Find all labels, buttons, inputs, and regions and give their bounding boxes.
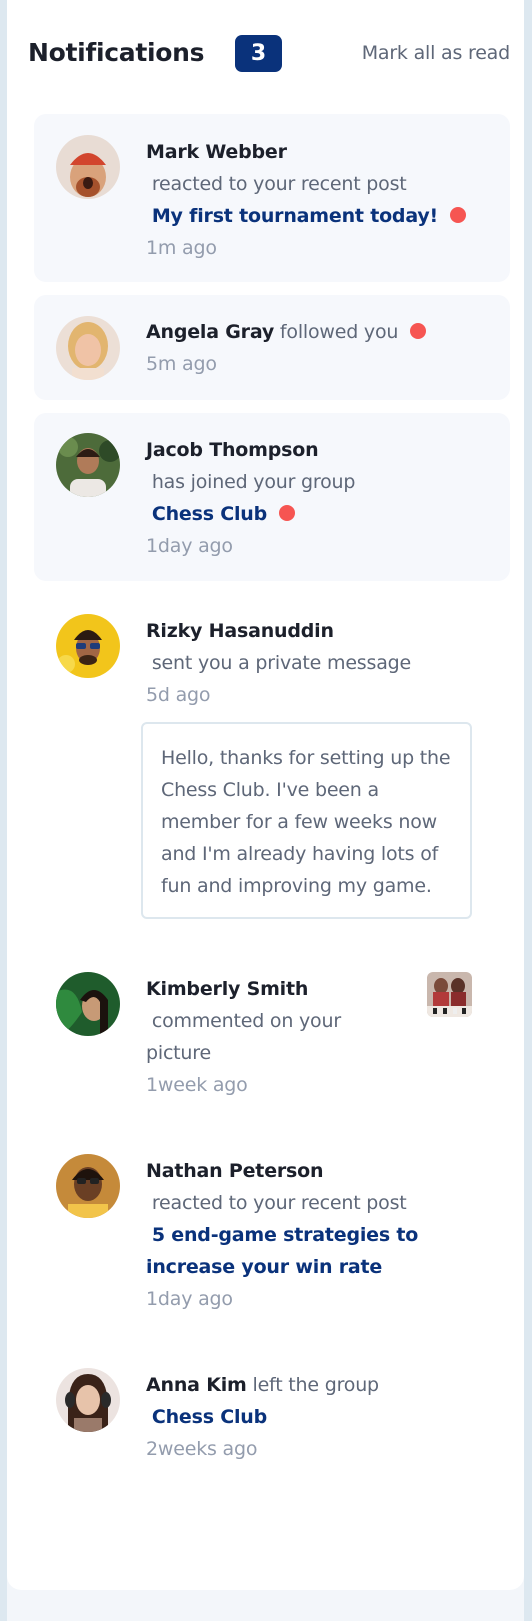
- timestamp: 1day ago: [146, 535, 233, 557]
- avatar[interactable]: [56, 1368, 120, 1432]
- page-edge-left: [0, 0, 7, 1621]
- post-link-continued[interactable]: increase your win rate: [146, 1256, 382, 1278]
- notification-text: Angela Gray followed you 5m ago: [146, 316, 474, 380]
- timestamp: 1week ago: [146, 1074, 248, 1096]
- timestamp: 1m ago: [146, 237, 217, 259]
- action-text: followed you: [279, 321, 399, 343]
- notification-text: Rizky Hasanuddin sent you a private mess…: [146, 615, 474, 711]
- timestamp: 1day ago: [146, 1288, 233, 1310]
- action-text: reacted to your recent post: [151, 1192, 407, 1214]
- private-message-preview[interactable]: Hello, thanks for setting up the Chess C…: [141, 722, 472, 919]
- user-name-link[interactable]: Kimberly Smith: [146, 978, 308, 1000]
- action-text: has joined your group: [151, 471, 356, 493]
- notification-text: Nathan Peterson reacted to your recent p…: [146, 1155, 474, 1315]
- post-link[interactable]: 5 end-game strategies to: [152, 1224, 418, 1246]
- avatar[interactable]: [56, 972, 120, 1036]
- commented-picture-thumbnail[interactable]: [427, 972, 472, 1017]
- group-link[interactable]: Chess Club: [152, 1406, 267, 1428]
- timestamp: 5m ago: [146, 353, 217, 375]
- avatar[interactable]: [56, 433, 120, 497]
- user-name-link[interactable]: Angela Gray: [146, 321, 274, 343]
- timestamp: 2weeks ago: [146, 1438, 258, 1460]
- action-text: sent you a private message: [151, 652, 412, 674]
- mark-all-read-button[interactable]: Mark all as read: [362, 42, 511, 64]
- page-title: Notifications: [28, 38, 205, 67]
- page-edge-right: [524, 0, 532, 1621]
- avatar[interactable]: [56, 614, 120, 678]
- action-text: reacted to your recent post: [151, 173, 407, 195]
- notification-text: Anna Kim left the group Chess Club 2week…: [146, 1369, 474, 1465]
- avatar[interactable]: [56, 135, 120, 199]
- unread-dot: [279, 504, 296, 521]
- user-name-link[interactable]: Rizky Hasanuddin: [146, 620, 334, 642]
- user-name-link[interactable]: Mark Webber: [146, 141, 287, 163]
- unread-dot: [410, 322, 427, 339]
- notification-text: Jacob Thompson has joined your group Che…: [146, 434, 474, 562]
- header: Notifications 3 Mark all as read: [28, 35, 510, 75]
- action-text: left the group: [252, 1374, 379, 1396]
- timestamp: 5d ago: [146, 684, 211, 706]
- notification-text: Kimberly Smith commented on your picture…: [146, 973, 450, 1101]
- group-link[interactable]: Chess Club: [152, 503, 267, 525]
- user-name-link[interactable]: Jacob Thompson: [146, 439, 319, 461]
- action-text-continued: picture: [146, 1042, 211, 1064]
- post-link[interactable]: My first tournament today!: [152, 205, 438, 227]
- notification-text: Mark Webber reacted to your recent post …: [146, 136, 474, 264]
- notification-item[interactable]: Nathan Peterson reacted to your recent p…: [34, 1134, 510, 1314]
- user-name-link[interactable]: Anna Kim: [146, 1374, 247, 1396]
- unread-dot: [450, 206, 467, 223]
- notification-item[interactable]: Anna Kim left the group Chess Club 2week…: [34, 1348, 510, 1468]
- action-text: commented on your: [151, 1010, 341, 1032]
- notification-item[interactable]: Angela Gray followed you 5m ago: [34, 295, 510, 400]
- notification-item[interactable]: Mark Webber reacted to your recent post …: [34, 114, 510, 282]
- avatar[interactable]: [56, 316, 120, 380]
- notifications-card: Notifications 3 Mark all as read Mark We…: [7, 0, 524, 1590]
- notification-item[interactable]: Jacob Thompson has joined your group Che…: [34, 413, 510, 581]
- unread-count-badge: 3: [235, 35, 282, 72]
- avatar[interactable]: [56, 1154, 120, 1218]
- user-name-link[interactable]: Nathan Peterson: [146, 1160, 324, 1182]
